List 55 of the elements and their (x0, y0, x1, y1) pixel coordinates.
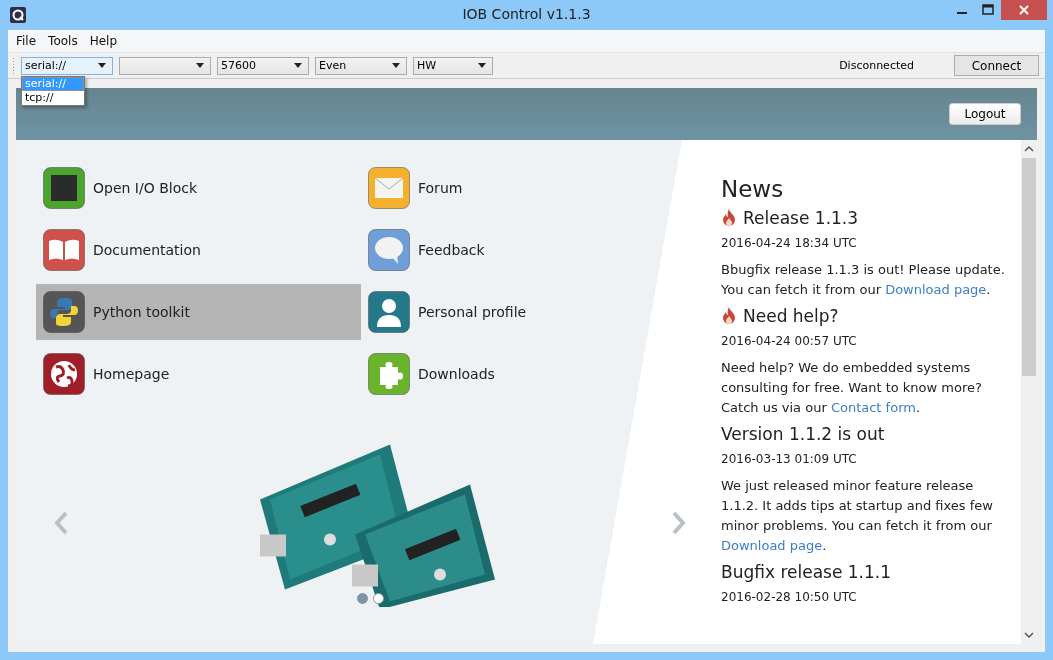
news-text: Need help? We do embedded systems consulting for free. Want to know more? Catch us via our Contact form. (721, 359, 983, 417)
link[interactable]: Download page (721, 538, 823, 553)
caret-icon (196, 63, 204, 68)
logout-button[interactable]: Logout (949, 103, 1021, 125)
scroll-down-icon[interactable] (1024, 632, 1034, 638)
connect-button[interactable]: Connect (954, 55, 1039, 76)
app-icon (10, 7, 26, 23)
launcher-item[interactable]: Homepage (36, 346, 361, 402)
carousel-dot[interactable] (356, 593, 368, 604)
launcher-item[interactable]: Personal profile (361, 284, 601, 340)
launcher-item[interactable]: Downloads (361, 346, 601, 402)
news-title: Need help? (743, 306, 839, 326)
window-title: IOB Control v1.1.3 (461, 6, 592, 22)
link[interactable]: Contact form (830, 400, 916, 415)
launcher-item[interactable]: Open I/O Block (36, 160, 361, 216)
news-date: 2016-03-13 01:09 UTC (721, 452, 858, 466)
caret-icon (392, 63, 400, 68)
puzzle-icon (368, 353, 410, 395)
dropdown[interactable] (119, 56, 211, 75)
dropdown-option[interactable]: tcp:// (22, 90, 84, 105)
news-text: Bbugfix release 1.1.3 is out! Please update. You can fetch it from our Download page. (721, 261, 1006, 299)
person-icon (368, 291, 410, 333)
launcher-item[interactable]: Python toolkit (36, 284, 361, 340)
news-text: We just released minor feature release 1.1.2. It adds tips at startup and fixes few minor problems. You can fetch it from our Download page. (721, 477, 994, 555)
close-icon[interactable] (1001, 0, 1047, 20)
news-date: 2016-04-24 18:34 UTC (721, 236, 858, 250)
envelope-icon (368, 167, 410, 209)
book-icon (43, 229, 85, 271)
menu-item[interactable]: Help (83, 34, 123, 48)
speech-bubble-icon (368, 229, 410, 271)
launcher-item[interactable]: Feedback (361, 222, 601, 278)
dropdown[interactable]: Even (315, 56, 407, 75)
dropdown[interactable]: 57600 (217, 56, 309, 75)
news-title: Release 1.1.3 (743, 208, 859, 228)
news-title: Version 1.1.2 is out (721, 424, 885, 444)
news-date: 2016-04-24 00:57 UTC (721, 334, 858, 348)
caret-icon (294, 63, 302, 68)
dropdown[interactable]: serial:// (21, 56, 113, 75)
dropdown[interactable]: HW (413, 56, 493, 75)
menu-item[interactable]: File (10, 34, 43, 48)
launcher-item[interactable]: Forum (361, 160, 601, 216)
scroll-up-icon[interactable] (1024, 146, 1034, 152)
carousel-dot[interactable] (372, 593, 384, 604)
news-heading: News (721, 176, 785, 202)
news-title: Bugfix release 1.1.1 (721, 562, 892, 582)
news-date: 2016-02-28 10:50 UTC (721, 590, 858, 604)
chip-icon (43, 167, 85, 209)
globe-icon (43, 353, 85, 395)
connection-status: Disconnected (839, 59, 914, 72)
caret-icon (478, 63, 486, 68)
launcher-item[interactable]: Documentation (36, 222, 361, 278)
menu-item[interactable]: Tools (42, 34, 84, 48)
caret-icon (98, 63, 106, 68)
python-icon (43, 291, 85, 333)
link[interactable]: Download page (885, 282, 987, 297)
